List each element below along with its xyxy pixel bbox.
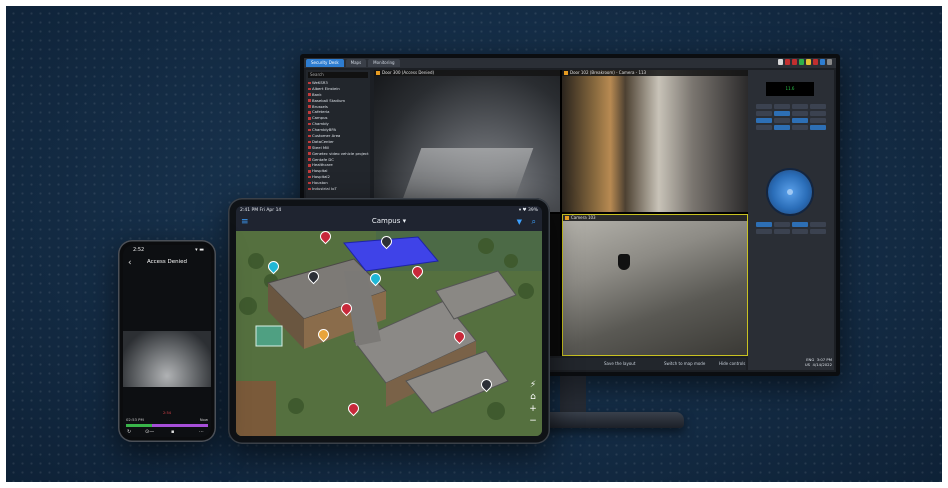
preset-button[interactable] — [792, 229, 808, 234]
save-layout-link[interactable]: Save the layout — [604, 361, 635, 366]
filter-icon[interactable]: ▼ — [517, 218, 522, 226]
control-button[interactable] — [756, 104, 772, 109]
motion-segment — [151, 424, 208, 427]
notification-tray — [778, 59, 832, 65]
camera-tile[interactable]: Door 102 (Breakroom) - Camera - 113 — [562, 70, 748, 212]
tab-monitoring[interactable]: Monitoring — [368, 59, 400, 67]
control-button[interactable] — [792, 118, 808, 123]
phone-nav-bar: ‹ Access Denied — [123, 257, 211, 269]
timeline-track[interactable] — [126, 424, 208, 427]
health-icon[interactable] — [799, 59, 804, 65]
preset-button[interactable] — [810, 222, 826, 227]
entity-tree: WeKSR3 Albert Einstein Bank Baseball Stadiu… — [306, 80, 370, 192]
tablet-device: 2:41 PM Fri Apr 14 ▾ ♥ 39% ≡ Campus ▾ ▼ … — [228, 198, 550, 444]
ptz-presets — [756, 222, 826, 234]
timeline-cursor-time: 2:54 — [162, 411, 172, 415]
preset-button[interactable] — [810, 229, 826, 234]
preset-button[interactable] — [774, 229, 790, 234]
task-tab-bar: Security Desk Maps Monitoring — [304, 58, 836, 68]
monitor-stand-neck — [560, 376, 586, 416]
map-terrain — [236, 231, 542, 436]
tile-title: Door 102 (Breakroom) - Camera - 113 — [562, 70, 748, 76]
control-button[interactable] — [756, 125, 772, 130]
rewind-icon[interactable]: ↻ — [127, 429, 131, 435]
control-button[interactable] — [774, 111, 790, 116]
phone-status-bar: 2:52 ▾ ▬ — [123, 245, 211, 255]
timeline-start: 02:53 PM — [126, 417, 144, 422]
hide-controls-link[interactable]: Hide controls — [719, 361, 745, 366]
map-nav-bar: ≡ Campus ▾ ▼ ⌕ — [236, 214, 542, 231]
playback-controls — [756, 104, 826, 130]
campus-map[interactable]: ⚡ ⌂ + − — [236, 228, 542, 436]
home-icon[interactable]: ⌂ — [528, 393, 538, 402]
tablet-screen: 2:41 PM Fri Apr 14 ▾ ♥ 39% ≡ Campus ▾ ▼ … — [236, 206, 542, 436]
control-button[interactable] — [756, 111, 772, 116]
timeline-labels: 2:54 02:53 PM Now — [123, 411, 211, 423]
alarm-icon[interactable] — [785, 59, 790, 65]
playback-toolbar: ↻ ⊙— ▪ ⋯ — [123, 429, 211, 437]
entity-search-input[interactable]: Search — [308, 72, 368, 78]
map-selector[interactable]: Campus ▾ — [236, 217, 542, 225]
ptz-joystick[interactable] — [768, 170, 812, 214]
alarm-icon[interactable] — [813, 59, 818, 65]
warning-icon[interactable] — [806, 59, 811, 65]
entity-tree-item[interactable]: Industrial IoT — [306, 186, 370, 192]
ptz-readout: 11.6 — [766, 82, 814, 96]
preset-button[interactable] — [756, 222, 772, 227]
tab-maps[interactable]: Maps — [345, 59, 367, 67]
hero-stage: Security Desk Maps Monitoring Search WeK… — [0, 0, 948, 488]
compass-icon[interactable]: ⚡ — [528, 381, 538, 390]
clock-date: 4/14/2022 — [812, 361, 832, 367]
phone-battery: ▾ ▬ — [195, 247, 204, 253]
timeline-end: Now — [199, 417, 208, 422]
phone-device: 2:52 ▾ ▬ ‹ Access Denied 2:54 02:53 PM N… — [118, 240, 216, 442]
taskbar-clock: ENG 3:07 PM US 4/14/2022 — [752, 357, 832, 370]
preset-button[interactable] — [756, 229, 772, 234]
window-controls-icon[interactable] — [827, 59, 832, 65]
tile-title: Camera 103 — [563, 215, 747, 221]
tab-security-desk[interactable]: Security Desk — [306, 59, 344, 67]
camera-tile[interactable]: Door 300 (Access Denied) — [374, 70, 560, 212]
controls-panel: 11.6 — [748, 70, 834, 370]
playback-scrubber-icon[interactable]: ⊙— — [145, 429, 154, 435]
control-button[interactable] — [774, 118, 790, 123]
control-button[interactable] — [774, 104, 790, 109]
more-icon[interactable]: ⋯ — [199, 429, 204, 435]
preset-button[interactable] — [792, 222, 808, 227]
tablet-status-bar: 2:41 PM Fri Apr 14 ▾ ♥ 39% — [236, 206, 542, 214]
zoom-in-button[interactable]: + — [528, 405, 538, 414]
recording-segment — [126, 424, 152, 427]
preset-button[interactable] — [774, 222, 790, 227]
region-indicator[interactable]: US — [805, 362, 810, 367]
control-button[interactable] — [792, 111, 808, 116]
phone-clock: 2:52 — [133, 247, 145, 253]
control-button[interactable] — [756, 118, 772, 123]
control-button[interactable] — [792, 104, 808, 109]
camera-tile[interactable]: Camera 103 — [562, 214, 748, 356]
phone-screen: 2:52 ▾ ▬ ‹ Access Denied 2:54 02:53 PM N… — [123, 245, 211, 437]
zoom-out-button[interactable]: − — [528, 417, 538, 426]
control-button[interactable] — [792, 125, 808, 130]
tray-icon[interactable] — [778, 59, 783, 65]
user-icon[interactable] — [820, 59, 825, 65]
tablet-clock: 2:41 PM Fri Apr 14 — [240, 207, 282, 213]
bookmark-icon[interactable]: ▪ — [171, 429, 174, 435]
control-button[interactable] — [810, 111, 826, 116]
control-button[interactable] — [810, 125, 826, 130]
alarm-icon[interactable] — [792, 59, 797, 65]
control-button[interactable] — [774, 125, 790, 130]
camera-feed[interactable] — [123, 331, 211, 387]
map-mode-link[interactable]: Switch to map mode — [664, 361, 705, 366]
tablet-battery: ▾ ♥ 39% — [518, 207, 538, 213]
control-button[interactable] — [810, 104, 826, 109]
search-icon[interactable]: ⌕ — [532, 217, 536, 227]
control-button[interactable] — [810, 118, 826, 123]
tile-title: Door 300 (Access Denied) — [374, 70, 560, 76]
event-title: Access Denied — [146, 259, 188, 265]
